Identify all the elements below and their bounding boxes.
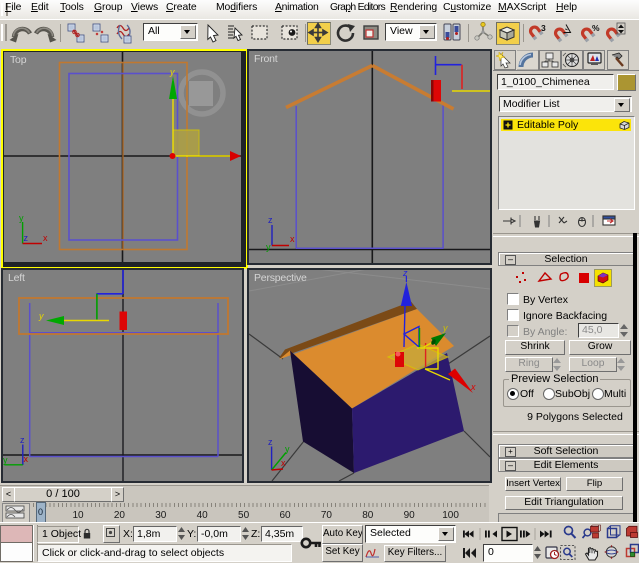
svg-text:50: 50 — [238, 510, 250, 521]
svg-text:y: y — [169, 67, 175, 77]
svg-text:90: 90 — [404, 510, 416, 521]
svg-text:3: 3 — [541, 23, 546, 33]
svg-text:60: 60 — [279, 510, 291, 521]
svg-text:20: 20 — [114, 510, 126, 521]
svg-text:40: 40 — [197, 510, 209, 521]
svg-text:y: y — [3, 455, 8, 465]
svg-text:x: x — [24, 454, 29, 464]
svg-text:30: 30 — [155, 510, 167, 521]
svg-text:80: 80 — [362, 510, 374, 521]
svg-text:100: 100 — [442, 510, 459, 521]
svg-text:z: z — [268, 437, 273, 447]
svg-text:70: 70 — [321, 510, 333, 521]
svg-text:z: z — [24, 233, 29, 243]
svg-text:x: x — [43, 233, 48, 243]
svg-text:y: y — [19, 213, 24, 223]
svg-text:y: y — [442, 323, 448, 333]
svg-text:z: z — [402, 270, 408, 278]
svg-text:x: x — [290, 234, 295, 244]
svg-text:y: y — [285, 444, 290, 454]
svg-text:%: % — [592, 23, 600, 33]
svg-text:x: x — [281, 458, 286, 468]
svg-text:z: z — [268, 215, 273, 225]
svg-text:10: 10 — [72, 510, 84, 521]
svg-text:x: x — [470, 382, 476, 392]
svg-text:z: z — [20, 435, 25, 445]
svg-text:y: y — [38, 311, 44, 321]
svg-text:y: y — [266, 242, 271, 252]
